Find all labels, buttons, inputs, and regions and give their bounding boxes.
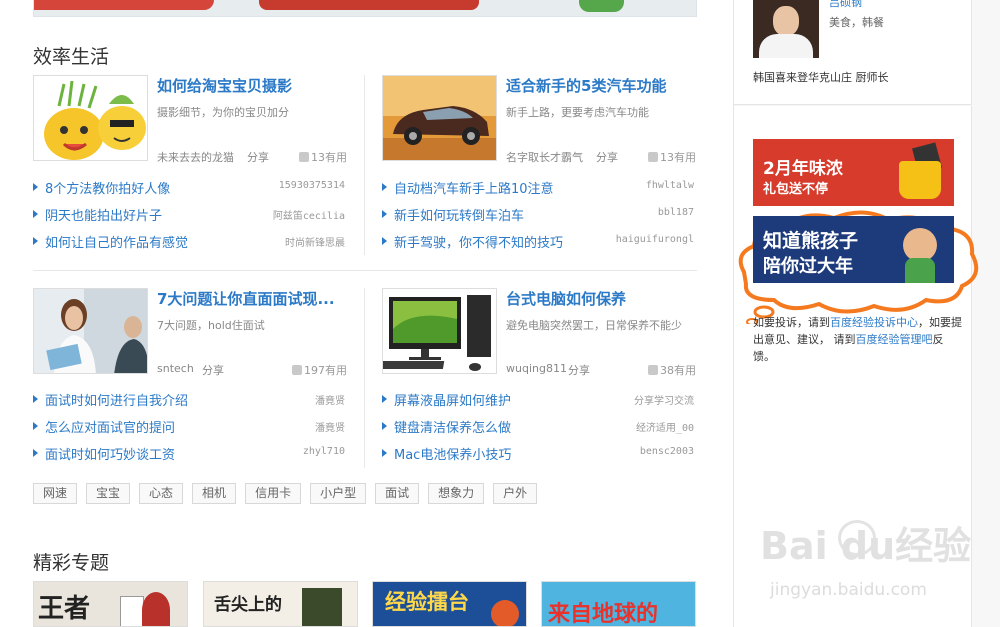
watermark-url: jingyan.baidu.com — [770, 580, 927, 600]
article-link-list: 面试时如何进行自我介绍 潘竟贤 怎么应对面试官的提问 潘竟贤 面试时如何巧妙谈工资 z… — [33, 390, 345, 471]
bullet-icon — [382, 183, 387, 191]
article-card[interactable]: 7大问题让你直面面试现... 7大问题，hold住面试 sntech 分享 19… — [33, 288, 363, 384]
article-link-list: 8个方法教你拍好人像 15930375314 阴天也能拍出好片子 阿兹笛cecili… — [33, 178, 345, 259]
shopping-bag-icon — [899, 161, 941, 199]
bullet-icon — [33, 183, 38, 191]
complaint-center-link[interactable]: 百度经验投诉中心 — [830, 316, 918, 329]
useful-count[interactable]: 13有用 — [648, 149, 696, 165]
tag[interactable]: 网速 — [33, 483, 78, 504]
article-desc: 摄影细节，为你的宝贝加分 — [157, 106, 289, 119]
topic-thumbnail[interactable]: 王者 — [33, 581, 188, 627]
bullet-icon — [33, 422, 38, 430]
share-button[interactable]: 分享 — [247, 149, 269, 165]
bullet-icon — [382, 210, 387, 218]
list-item[interactable]: 怎么应对面试官的提问 潘竟贤 — [33, 417, 345, 444]
list-item[interactable]: 阴天也能拍出好片子 阿兹笛cecilia — [33, 205, 345, 232]
list-item[interactable]: 屏幕液晶屏如何维护 分享学习交流 — [382, 390, 694, 417]
article-desc: 新手上路，更要考虑汽车功能 — [506, 106, 649, 119]
article-card[interactable]: 台式电脑如何保养 避免电脑突然罢工，日常保养不能少 wuqing811 分享 3… — [382, 288, 712, 384]
topic-thumbnail[interactable]: 来自地球的 — [541, 581, 696, 627]
cartoon-kid-icon — [903, 228, 937, 262]
expert-tags: 美食，韩餐 — [829, 16, 884, 29]
bullet-icon — [33, 449, 38, 457]
bullet-icon — [382, 237, 387, 245]
article-desc: 7大问题，hold住面试 — [157, 319, 265, 332]
topic-thumbnail[interactable]: 舌尖上的 — [203, 581, 358, 627]
article-link-list: 自动档汽车新手上路10注意 fhwltalw 新手如何玩转倒车泊车 bbl187 新… — [382, 178, 694, 259]
tag[interactable]: 心态 — [139, 483, 184, 504]
tag[interactable]: 户外 — [493, 483, 538, 504]
tag[interactable]: 相机 — [192, 483, 237, 504]
expert-title: 韩国喜来登华克山庄 厨师长 — [753, 71, 889, 84]
list-item[interactable]: 面试时如何巧妙谈工资 zhyl710 — [33, 444, 345, 471]
top-banner[interactable] — [33, 0, 697, 17]
thumbs-up-icon — [299, 152, 309, 162]
expert-name[interactable]: 吕硕钢 — [829, 0, 862, 10]
useful-count[interactable]: 13有用 — [299, 149, 347, 165]
article-author[interactable]: sntech — [157, 362, 194, 375]
list-item[interactable]: Mac电池保养小技巧 bensc2003 — [382, 444, 694, 471]
avatar[interactable] — [753, 0, 819, 58]
article-card[interactable]: 如何给淘宝宝贝摄影 摄影细节，为你的宝贝加分 未来去去的龙猫 分享 13有用 — [33, 75, 363, 171]
article-thumbnail[interactable] — [33, 75, 148, 161]
article-thumbnail[interactable] — [382, 75, 497, 161]
tag-cloud: 网速 宝宝 心态 相机 信用卡 小户型 面试 想象力 户外 — [33, 483, 538, 504]
tag[interactable]: 想象力 — [428, 483, 485, 504]
topic-thumbnail[interactable]: 经验擂台 — [372, 581, 527, 627]
share-button[interactable]: 分享 — [568, 362, 590, 378]
thumbs-up-icon — [648, 365, 658, 375]
promo-banner-newyear[interactable]: 2月年味浓 礼包送不停 — [753, 139, 954, 206]
article-desc: 避免电脑突然罢工，日常保养不能少 — [506, 319, 682, 332]
list-item[interactable]: 新手驾驶，你不得不知的技巧 haiguifurongl — [382, 232, 694, 259]
useful-count[interactable]: 38有用 — [648, 362, 696, 378]
thumbs-up-icon — [648, 152, 658, 162]
article-thumbnail[interactable] — [33, 288, 148, 374]
section-title-topics: 精彩专题 — [33, 552, 110, 574]
column-divider — [364, 75, 365, 255]
bullet-icon — [382, 395, 387, 403]
list-item[interactable]: 新手如何玩转倒车泊车 bbl187 — [382, 205, 694, 232]
list-item[interactable]: 键盘清洁保养怎么做 经济适用_00 — [382, 417, 694, 444]
bullet-icon — [33, 210, 38, 218]
article-thumbnail[interactable] — [382, 288, 497, 374]
watermark-logo: Bai du经验 — [760, 524, 972, 568]
article-title[interactable]: 如何给淘宝宝贝摄影 — [157, 75, 292, 96]
useful-count[interactable]: 197有用 — [292, 362, 347, 378]
list-item[interactable]: 8个方法教你拍好人像 15930375314 — [33, 178, 345, 205]
list-item[interactable]: 自动档汽车新手上路10注意 fhwltalw — [382, 178, 694, 205]
list-item[interactable]: 如何让自己的作品有感觉 时尚新锋思晨 — [33, 232, 345, 259]
article-card[interactable]: 适合新手的5类汽车功能 新手上路，更要考虑汽车功能 名字取长才霸气 分享 13有… — [382, 75, 712, 171]
bullet-icon — [382, 422, 387, 430]
share-button[interactable]: 分享 — [202, 362, 224, 378]
article-title[interactable]: 台式电脑如何保养 — [506, 288, 626, 309]
tag[interactable]: 宝宝 — [86, 483, 131, 504]
article-title[interactable]: 适合新手的5类汽车功能 — [506, 75, 666, 96]
bullet-icon — [33, 237, 38, 245]
column-divider — [364, 288, 365, 468]
feedback-forum-link[interactable]: 百度经验管理吧 — [856, 333, 933, 346]
bullet-icon — [382, 449, 387, 457]
expert-profile-box: 吕硕钢 美食，韩餐 韩国喜来登华克山庄 厨师长 — [734, 0, 972, 105]
article-title[interactable]: 7大问题让你直面面试现... — [157, 288, 335, 309]
article-author[interactable]: 未来去去的龙猫 — [157, 149, 234, 165]
thumbs-up-icon — [292, 365, 302, 375]
tag[interactable]: 信用卡 — [245, 483, 302, 504]
row-divider — [33, 270, 697, 271]
promo-banner-kids[interactable]: 知道熊孩子 陪你过大年 — [753, 216, 954, 283]
article-link-list: 屏幕液晶屏如何维护 分享学习交流 键盘清洁保养怎么做 经济适用_00 Mac电池保养… — [382, 390, 694, 471]
article-author[interactable]: wuqing811 — [506, 362, 567, 375]
share-button[interactable]: 分享 — [596, 149, 618, 165]
article-author[interactable]: 名字取长才霸气 — [506, 149, 583, 165]
tag[interactable]: 小户型 — [310, 483, 367, 504]
feedback-notice: 如要投诉，请到百度经验投诉中心，如要提出意见、建议， 请到百度经验管理吧反馈。 — [753, 316, 962, 363]
section-title-efficiency: 效率生活 — [33, 46, 110, 68]
list-item[interactable]: 面试时如何进行自我介绍 潘竟贤 — [33, 390, 345, 417]
tag[interactable]: 面试 — [375, 483, 420, 504]
bullet-icon — [33, 395, 38, 403]
